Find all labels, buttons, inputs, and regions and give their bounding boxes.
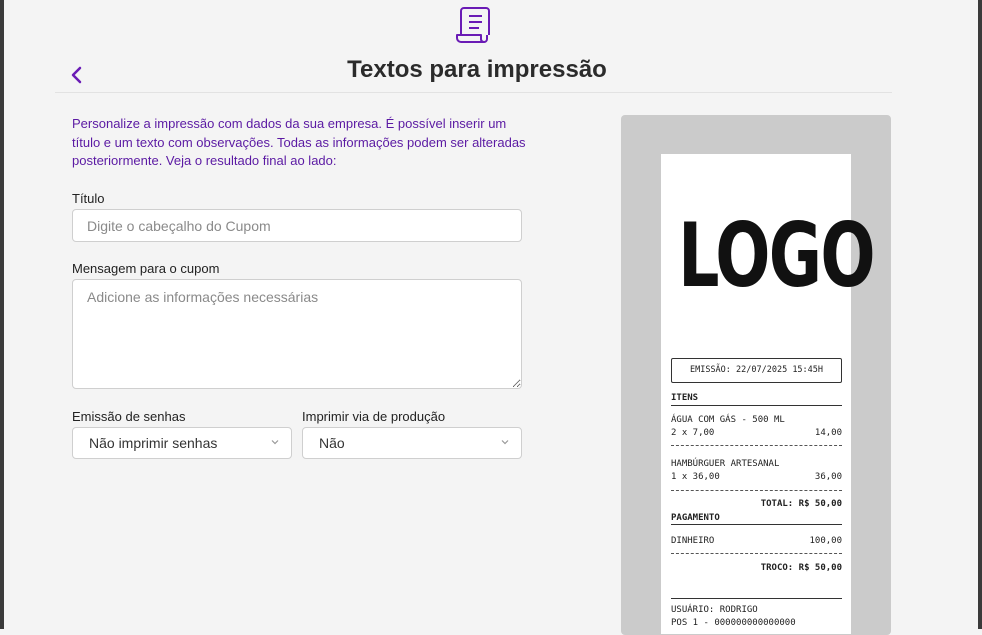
production-select-value: Não <box>319 435 345 451</box>
receipt-payment-row: DINHEIRO 100,00 <box>671 536 842 546</box>
page-title: Textos para impressão <box>347 56 607 83</box>
passwords-label: Emissão de senhas <box>72 409 186 424</box>
window-edge-left <box>0 0 4 629</box>
receipt-dashed-divider <box>671 490 842 491</box>
message-label: Mensagem para o cupom <box>72 261 220 276</box>
passwords-select-value: Não imprimir senhas <box>89 435 218 451</box>
receipt-payment-header: PAGAMENTO <box>671 513 720 523</box>
receipt-item-row: 1 x 36,00 36,00 <box>671 472 842 482</box>
receipt-item-qty: 1 x 36,00 <box>671 472 720 482</box>
page-description: Personalize a impressão com dados da sua… <box>72 116 526 168</box>
production-select[interactable]: Não <box>302 427 522 459</box>
passwords-select[interactable]: Não imprimir senhas <box>72 427 292 459</box>
receipt-item-name: HAMBÚRGUER ARTESANAL <box>671 459 780 469</box>
receipt-scroll-icon <box>456 7 490 43</box>
receipt-emission: EMISSÃO: 22/07/2025 15:45H <box>671 358 842 383</box>
receipt-item-name: ÁGUA COM GÁS - 500 ML <box>671 415 785 425</box>
message-textarea[interactable] <box>72 279 522 389</box>
receipt-dashed-divider <box>671 445 842 446</box>
chevron-down-icon <box>501 440 509 445</box>
receipt-divider <box>671 524 842 525</box>
receipt-item-total: 14,00 <box>814 428 842 438</box>
receipt-item-qty: 2 x 7,00 <box>671 428 715 438</box>
receipt-item-row: 2 x 7,00 14,00 <box>671 428 842 438</box>
chevron-down-icon <box>271 440 279 445</box>
receipt-divider <box>671 405 842 406</box>
receipt-pos: POS 1 - 000000000000000 <box>671 618 796 628</box>
receipt-preview: LOGO EMISSÃO: 22/07/2025 15:45H ITENS ÁG… <box>661 154 876 634</box>
receipt-divider <box>671 598 842 599</box>
header-divider <box>55 92 892 93</box>
receipt-change: TROCO: R$ 50,00 <box>760 563 842 573</box>
receipt-payment-value: 100,00 <box>809 536 842 546</box>
receipt-total: TOTAL: R$ 50,00 <box>760 499 842 509</box>
receipt-item-total: 36,00 <box>814 472 842 482</box>
receipt-items-header: ITENS <box>671 393 699 403</box>
receipt-payment-method: DINHEIRO <box>671 536 715 546</box>
window-edge-right <box>978 0 982 629</box>
receipt-user: USUÁRIO: RODRIGO <box>671 605 758 615</box>
production-label: Imprimir via de produção <box>302 409 446 424</box>
receipt-dashed-divider <box>671 553 842 554</box>
title-input[interactable] <box>72 209 522 242</box>
title-label: Título <box>72 191 105 206</box>
receipt-logo: LOGO <box>678 204 876 307</box>
